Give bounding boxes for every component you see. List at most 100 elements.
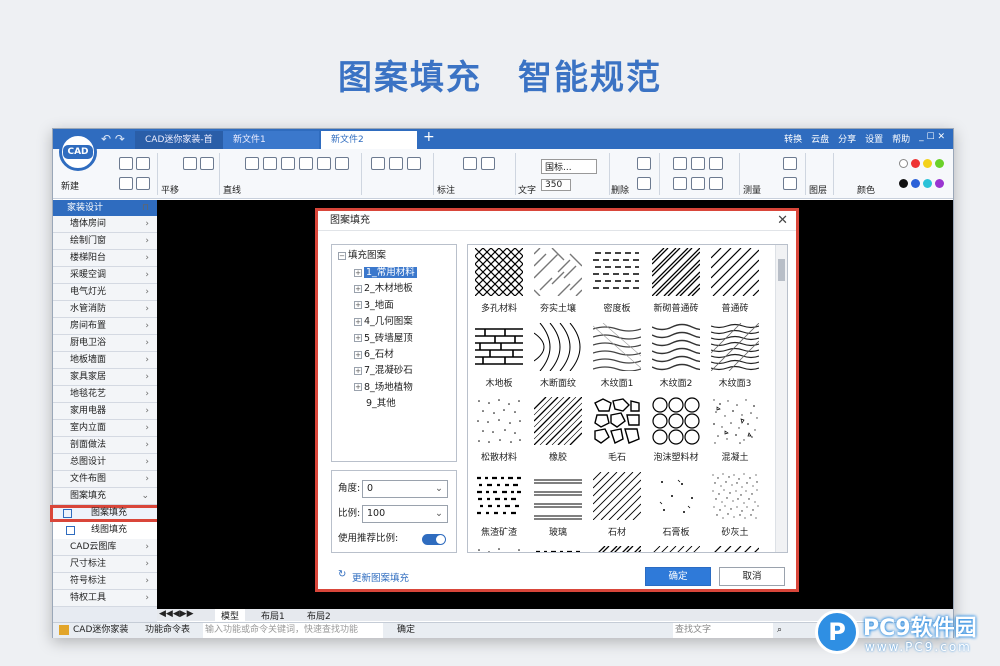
color-swatch-blue[interactable] [911, 179, 920, 188]
arc-icon[interactable] [263, 157, 277, 170]
sidebar-item[interactable]: 地毯花艺 › [53, 386, 157, 403]
cloud-menu[interactable]: 云盘 [811, 132, 829, 145]
polygon-icon[interactable] [317, 157, 331, 170]
tree-item[interactable]: 9_其他 [354, 396, 396, 412]
color-swatch-yellow[interactable] [923, 159, 932, 168]
line-label[interactable]: 直线 [223, 183, 241, 196]
pattern-cell[interactable]: 木纹面1 [588, 320, 646, 394]
tree-item[interactable]: +5_砖墙屋顶 [354, 331, 413, 347]
crosshair-icon[interactable] [673, 157, 687, 170]
rect-icon[interactable] [245, 157, 259, 170]
tab-model[interactable]: 模型 [215, 609, 246, 622]
layout-nav-icons[interactable]: ◀◀◀▶▶ [159, 609, 194, 619]
tab-home[interactable]: CAD迷你家装-首页 [135, 131, 223, 163]
pattern-cell[interactable]: 木地板 [470, 320, 528, 394]
sidebar-header[interactable]: 家装设计 ⊓ [53, 200, 157, 216]
zoom-in-icon[interactable] [183, 157, 197, 170]
grid-icon[interactable] [783, 157, 797, 170]
color-swatch-purple[interactable] [935, 179, 944, 188]
expand-icon[interactable]: + [354, 366, 362, 375]
pattern-cell[interactable]: 毛石 [588, 394, 646, 468]
new-button[interactable]: 新建 [61, 179, 79, 192]
command-input[interactable]: 输入功能或命令关键词，快速查找功能 [203, 623, 383, 638]
tree-item[interactable]: +8_场地植物 [354, 380, 413, 396]
collapse-icon[interactable]: − [338, 251, 346, 260]
text-label[interactable]: 文字 [518, 183, 536, 196]
circle-icon[interactable] [281, 157, 295, 170]
scroll-thumb[interactable] [778, 259, 785, 281]
sidebar-item[interactable]: 总图设计 › [53, 454, 157, 471]
tab-layout2[interactable]: 布局2 [307, 609, 331, 622]
expand-icon[interactable]: + [354, 301, 362, 310]
tree-item[interactable]: +3_地面 [354, 298, 394, 314]
pattern-cell[interactable]: 橡胶 [529, 394, 587, 468]
delete-label[interactable]: 删除 [611, 183, 629, 196]
add-tab-button[interactable]: + [423, 129, 435, 145]
tree-root[interactable]: − 填充图案 [338, 248, 386, 264]
tree-item[interactable]: +1_常用材料 [354, 265, 417, 281]
refresh-icon[interactable]: ↻ [338, 569, 346, 580]
search-icon[interactable]: ⌕ [777, 623, 782, 638]
size-select[interactable]: 350 [541, 179, 571, 191]
measure-label[interactable]: 测量 [743, 183, 761, 196]
pattern-cell[interactable]: 砂灰土 [706, 469, 764, 543]
cut-icon[interactable] [637, 157, 651, 170]
tab-file2[interactable]: 新文件2 [321, 131, 417, 149]
help-menu[interactable]: 帮助 [892, 132, 910, 145]
table-icon[interactable] [783, 177, 797, 190]
color-swatch-black[interactable] [899, 179, 908, 188]
sidebar-item[interactable]: 水管消防 › [53, 301, 157, 318]
sidebar-item[interactable]: 图案填充 ⌄ [53, 488, 157, 505]
cancel-button[interactable]: 取消 [719, 567, 785, 586]
tab-file1[interactable]: 新文件1 [223, 131, 319, 149]
rotate-icon[interactable] [691, 157, 705, 170]
layer-label[interactable]: 图层 [809, 183, 827, 196]
tree-item[interactable]: +7_混凝砂石 [354, 363, 413, 379]
tree-item[interactable]: +4_几何图案 [354, 314, 413, 330]
search-text-input[interactable]: 查找文字 [673, 623, 773, 638]
sidebar-item[interactable]: 楼梯阳台 › [53, 250, 157, 267]
share-menu[interactable]: 分享 [838, 132, 856, 145]
color-swatch-green[interactable] [935, 159, 944, 168]
array-icon[interactable] [709, 177, 723, 190]
triangle-icon[interactable] [335, 157, 349, 170]
pattern-cell-partial[interactable] [470, 543, 528, 552]
pattern-cell[interactable]: 泡沫塑料材 [647, 394, 705, 468]
expand-icon[interactable]: + [354, 284, 362, 293]
font-select[interactable]: 国标... [541, 159, 597, 174]
sidebar-item[interactable]: 厨电卫浴 › [53, 335, 157, 352]
pattern-cell[interactable]: 松散材料 [470, 394, 528, 468]
color-label[interactable]: 颜色 [857, 183, 875, 196]
sidebar-item[interactable]: 绘制门窗 › [53, 233, 157, 250]
pattern-cell[interactable]: 混凝土 [706, 394, 764, 468]
ellipse-icon[interactable] [299, 157, 313, 170]
sidebar-item[interactable]: 家具家居 › [53, 369, 157, 386]
move-icon[interactable] [371, 157, 385, 170]
pattern-cell[interactable]: 密度板 [588, 245, 646, 319]
pattern-cell-partial[interactable] [647, 543, 705, 552]
extend-icon[interactable] [691, 177, 705, 190]
pattern-cell[interactable]: 焦渣矿渣 [470, 469, 528, 543]
sidebar-item[interactable]: CAD云图库 › [53, 539, 157, 556]
save-icon[interactable] [136, 157, 150, 170]
expand-icon[interactable]: + [354, 334, 362, 343]
zoom-out-icon[interactable] [200, 157, 214, 170]
mirror-icon[interactable] [407, 157, 421, 170]
sidebar-item[interactable]: 文件布图 › [53, 471, 157, 488]
sidebar-item[interactable]: 符号标注 › [53, 573, 157, 590]
saveas-icon[interactable] [119, 177, 133, 190]
pattern-scrollbar[interactable] [775, 245, 787, 552]
pattern-cell[interactable]: 石材 [588, 469, 646, 543]
sidebar-subitem-line-hatch[interactable]: 线图填充 [53, 522, 157, 539]
update-pattern-link[interactable]: 更新图案填充 [352, 570, 409, 584]
sidebar-subitem-hatch[interactable]: 图案填充 [50, 505, 160, 522]
sidebar-item[interactable]: 电气灯光 › [53, 284, 157, 301]
ok-button[interactable]: 确定 [645, 567, 711, 586]
pattern-cell-partial[interactable] [588, 543, 646, 552]
dimension-icon[interactable] [463, 157, 477, 170]
pan-label[interactable]: 平移 [161, 183, 179, 196]
pattern-cell[interactable]: 多孔材料 [470, 245, 528, 319]
print-icon[interactable] [136, 177, 150, 190]
sidebar-item[interactable]: 尺寸标注 › [53, 556, 157, 573]
sidebar-item[interactable]: 剖面做法 › [53, 437, 157, 454]
